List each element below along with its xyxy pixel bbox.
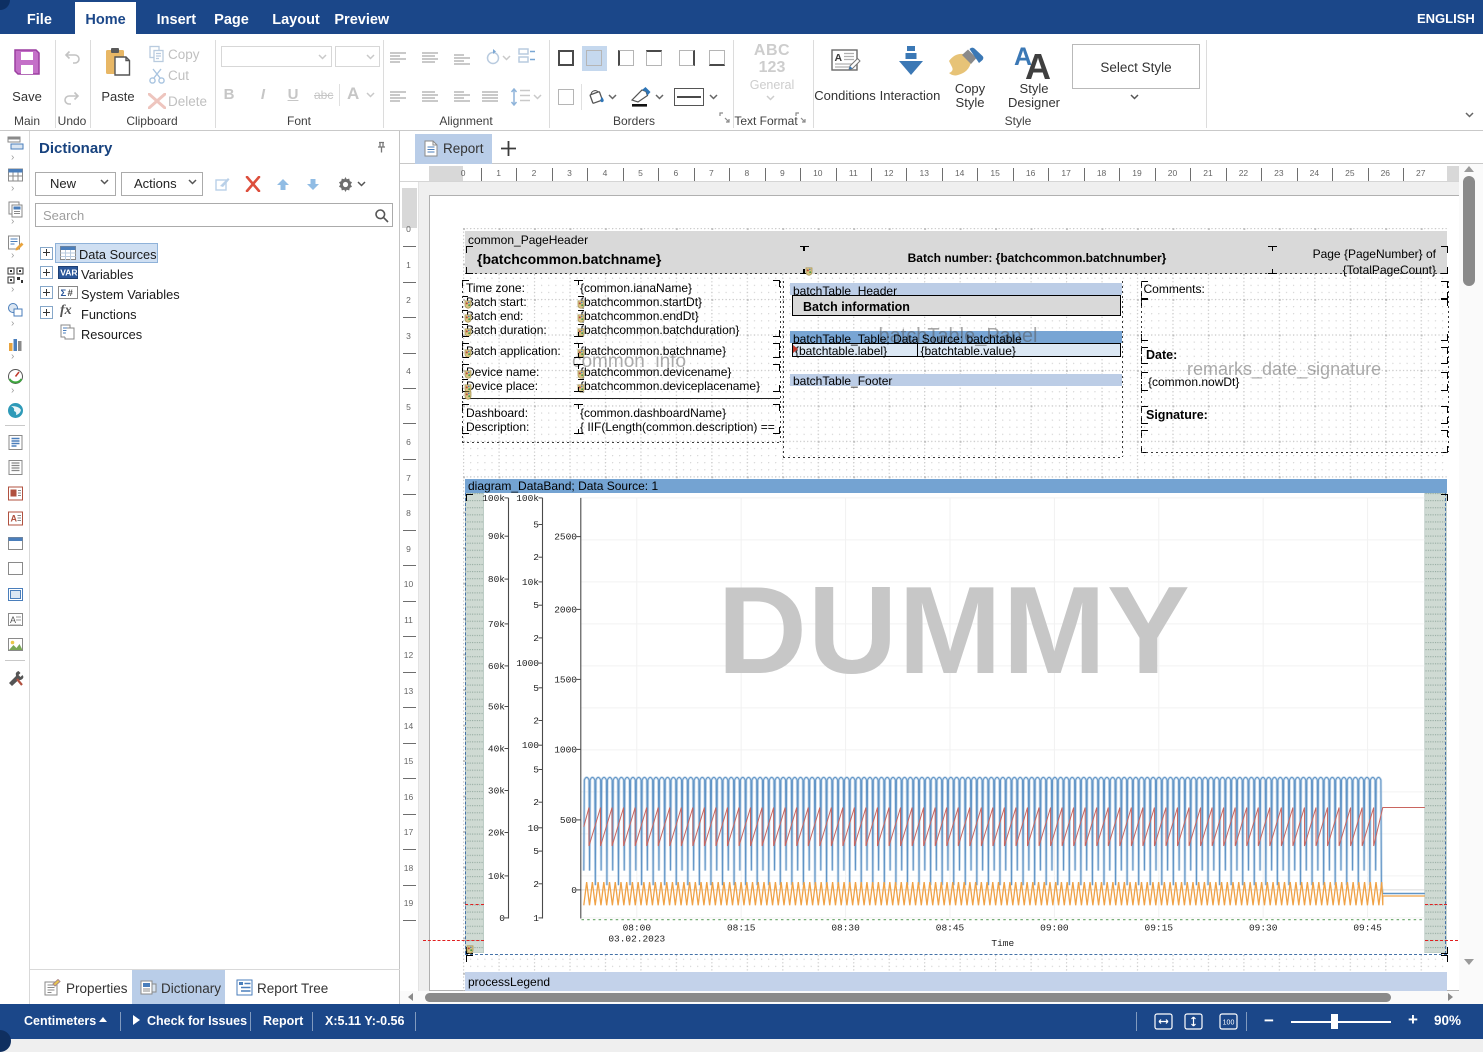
svg-text:50k: 50k [488, 701, 505, 712]
svg-text:10: 10 [528, 822, 540, 833]
svg-text:100k: 100k [482, 493, 505, 504]
svg-text:2000: 2000 [554, 604, 577, 615]
svg-text:09:00: 09:00 [1040, 922, 1069, 933]
svg-text:1: 1 [533, 912, 539, 923]
svg-text:0: 0 [571, 884, 577, 895]
svg-text:Time: Time [992, 937, 1015, 948]
svg-text:2500: 2500 [554, 531, 577, 542]
svg-text:A: A [10, 615, 16, 625]
svg-text:5: 5 [533, 519, 539, 530]
svg-text:30k: 30k [488, 785, 505, 796]
svg-text:Σ: Σ [61, 288, 67, 299]
svg-text:2: 2 [533, 878, 539, 889]
svg-text:0: 0 [499, 912, 505, 923]
svg-text:60k: 60k [488, 660, 505, 671]
svg-text:08:30: 08:30 [832, 922, 861, 933]
svg-text:08:00: 08:00 [623, 922, 652, 933]
svg-text:100k: 100k [516, 493, 539, 504]
svg-text:DUMMY: DUMMY [718, 562, 1191, 700]
svg-text:2: 2 [533, 797, 539, 808]
svg-text:10k: 10k [488, 870, 505, 881]
svg-text:1500: 1500 [554, 674, 577, 685]
svg-text:09:30: 09:30 [1249, 922, 1278, 933]
svg-text:2: 2 [533, 632, 539, 643]
svg-text:5: 5 [533, 682, 539, 693]
svg-text:1000: 1000 [516, 658, 539, 669]
svg-text:100: 100 [522, 740, 539, 751]
svg-text:100: 100 [1223, 1020, 1235, 1027]
svg-text:5: 5 [533, 600, 539, 611]
svg-text:A: A [835, 52, 843, 64]
svg-text:09:45: 09:45 [1354, 922, 1383, 933]
svg-text:A: A [10, 513, 17, 523]
svg-text:1000: 1000 [554, 744, 577, 755]
svg-text:08:45: 08:45 [936, 922, 965, 933]
svg-text:A: A [1025, 46, 1051, 81]
svg-text:5: 5 [533, 846, 539, 857]
svg-text:40k: 40k [488, 743, 505, 754]
svg-text:80k: 80k [488, 574, 505, 585]
svg-text:09:15: 09:15 [1145, 922, 1174, 933]
svg-text:500: 500 [560, 814, 577, 825]
svg-text:90k: 90k [488, 531, 505, 542]
svg-text:2: 2 [533, 552, 539, 563]
svg-text:#: # [68, 288, 74, 299]
svg-text:10k: 10k [522, 576, 539, 587]
svg-text:2: 2 [533, 715, 539, 726]
svg-text:5: 5 [533, 764, 539, 775]
svg-text:20k: 20k [488, 827, 505, 838]
svg-text:03.02.2023: 03.02.2023 [609, 933, 666, 944]
svg-text:08:15: 08:15 [727, 922, 756, 933]
svg-text:70k: 70k [488, 618, 505, 629]
svg-text:VAR: VAR [60, 268, 77, 278]
